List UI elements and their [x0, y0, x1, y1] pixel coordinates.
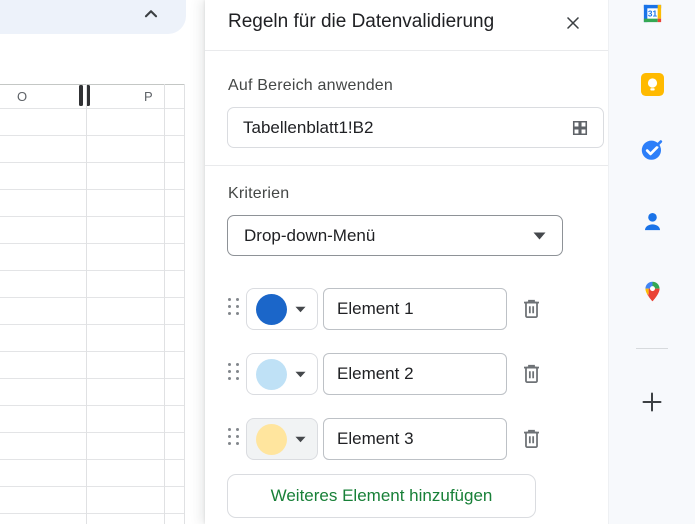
- chevron-up-icon: [144, 9, 158, 17]
- item-text-input[interactable]: [323, 418, 507, 460]
- grid-column-line: [86, 84, 87, 524]
- apply-to-range-label: Auf Bereich anwenden: [228, 77, 393, 94]
- drag-handle[interactable]: [228, 363, 239, 380]
- section-divider: [205, 165, 608, 166]
- color-swatch-light-blue: [256, 358, 287, 390]
- color-swatch-light-yellow: [256, 423, 287, 455]
- criteria-selected-value: Drop-down-Menü: [244, 225, 376, 245]
- chevron-down-icon: [295, 306, 306, 312]
- collapse-toolbar-button[interactable]: [138, 2, 164, 28]
- range-input[interactable]: [243, 117, 570, 138]
- chevron-down-icon: [295, 436, 306, 442]
- google-contacts-icon: [644, 212, 660, 230]
- spreadsheet-area: O P: [0, 0, 205, 524]
- item-text-input[interactable]: [323, 353, 507, 395]
- trash-icon: [523, 429, 539, 449]
- select-data-range-button[interactable]: [570, 118, 590, 138]
- column-resize-handle[interactable]: [79, 85, 91, 106]
- color-swatch-dark-blue: [256, 293, 287, 325]
- item-color-button[interactable]: [246, 418, 318, 460]
- column-header-row: O P: [0, 84, 185, 109]
- google-calendar-icon: 31: [643, 4, 661, 22]
- column-header-p[interactable]: P: [144, 89, 153, 104]
- grid-edge-line: [184, 84, 185, 524]
- get-addons-button[interactable]: [636, 386, 668, 418]
- grid-column-line: [164, 84, 165, 524]
- range-field: [227, 107, 604, 148]
- delete-item-button[interactable]: [517, 360, 545, 388]
- panel-header: Regeln für die Datenvalidierung: [205, 0, 608, 51]
- item-text-input[interactable]: [323, 288, 507, 330]
- google-tasks-icon: [641, 140, 663, 160]
- column-header-o[interactable]: O: [17, 89, 27, 104]
- delete-item-button[interactable]: [517, 425, 545, 453]
- trash-icon: [523, 299, 539, 319]
- google-sheets-window: O P Regeln für die Datenvalidierung Auf …: [0, 0, 695, 524]
- chevron-down-icon: [533, 232, 546, 239]
- close-icon: [567, 17, 579, 29]
- dropdown-item-row: [227, 417, 587, 461]
- google-keep-icon: [640, 72, 664, 96]
- item-color-button[interactable]: [246, 353, 318, 395]
- rail-divider: [636, 348, 668, 349]
- data-validation-panel: Regeln für die Datenvalidierung Auf Bere…: [205, 0, 608, 524]
- trash-icon: [523, 364, 539, 384]
- dropdown-item-row: [227, 352, 587, 396]
- chevron-down-icon: [295, 371, 306, 377]
- dropdown-item-row: [227, 287, 587, 331]
- contacts-panel-button[interactable]: [636, 205, 668, 237]
- panel-title: Regeln für die Datenvalidierung: [228, 11, 495, 32]
- spreadsheet-grid[interactable]: [0, 108, 185, 524]
- svg-text:31: 31: [647, 9, 657, 18]
- maps-panel-button[interactable]: [636, 275, 668, 307]
- criteria-dropdown[interactable]: Drop-down-Menü: [227, 215, 563, 256]
- delete-item-button[interactable]: [517, 295, 545, 323]
- plus-icon: [642, 392, 662, 412]
- google-maps-icon: [644, 281, 660, 301]
- add-item-button[interactable]: Weiteres Element hinzufügen: [227, 474, 536, 518]
- workspace-side-rail: 31: [608, 0, 695, 524]
- table-grid-icon: [572, 120, 588, 135]
- drag-handle[interactable]: [228, 298, 239, 315]
- calendar-panel-button[interactable]: 31: [636, 0, 668, 29]
- criteria-label: Kriterien: [228, 185, 290, 202]
- keep-panel-button[interactable]: [636, 68, 668, 100]
- close-panel-button[interactable]: [559, 10, 587, 38]
- item-color-button[interactable]: [246, 288, 318, 330]
- tasks-panel-button[interactable]: [636, 134, 668, 166]
- drag-handle[interactable]: [228, 428, 239, 445]
